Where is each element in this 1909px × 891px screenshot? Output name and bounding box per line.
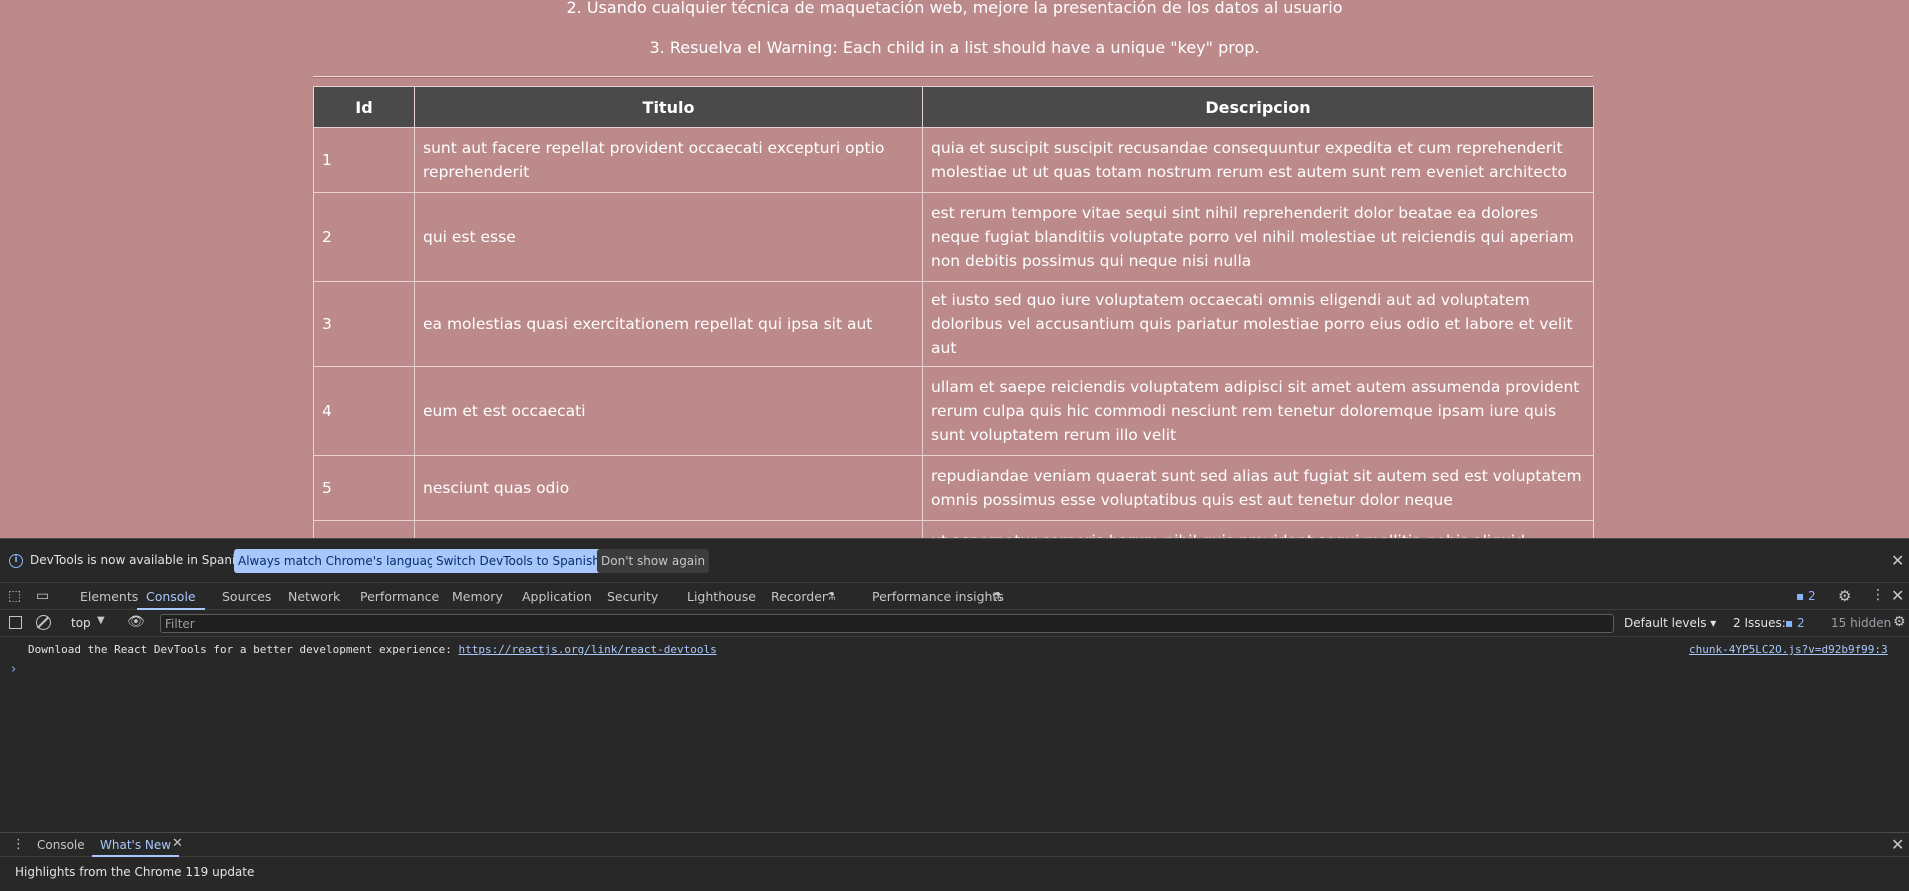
cell-id: 2	[313, 192, 415, 282]
cell-title: sunt aut facere repellat provident occae…	[414, 127, 923, 193]
close-drawer-icon[interactable]: ✕	[1891, 835, 1904, 854]
more-options-icon[interactable]: ⋮	[1871, 587, 1885, 603]
dont-show-again-button[interactable]: Don't show again	[597, 549, 710, 573]
close-devtools-icon[interactable]: ✕	[1891, 586, 1904, 605]
instruction-3: 3. Resuelva el Warning: Each child in a …	[649, 38, 1260, 57]
cell-description: quia et suscipit suscipit recusandae con…	[922, 127, 1594, 193]
posts-table: Id Titulo Descripcion 1 sunt aut facere …	[313, 86, 1594, 538]
issues-badge-count: 2	[1807, 589, 1816, 603]
cell-title: qui est esse	[414, 192, 923, 282]
infobar-message: DevTools is now available in Spanish!	[30, 553, 255, 567]
device-toolbar-icon[interactable]: ▭	[36, 588, 49, 604]
flask-icon: ⚗	[826, 590, 836, 603]
console-message: Download the React DevTools for a better…	[28, 643, 717, 656]
tab-sources[interactable]: Sources	[222, 583, 271, 610]
table-header-row: Id Titulo Descripcion	[313, 86, 1594, 128]
message-icon: ▪	[1796, 589, 1805, 603]
filter-input[interactable]	[160, 614, 1614, 633]
console-settings-gear-icon[interactable]: ⚙	[1893, 614, 1906, 630]
hidden-count: 15 hidden	[1831, 616, 1892, 630]
caret-down-icon[interactable]: ▼	[97, 615, 105, 626]
more-tools-icon[interactable]: ⋮	[12, 837, 25, 852]
cell-title	[414, 520, 923, 538]
cell-description: repudiandae veniam quaerat sunt sed alia…	[922, 455, 1594, 521]
tab-console[interactable]: Console	[137, 583, 205, 610]
table-row: ut aspernatur corporis harum nihil quis …	[313, 520, 1594, 538]
language-infobar: i DevTools is now available in Spanish! …	[0, 538, 1909, 582]
tab-performance[interactable]: Performance	[360, 583, 439, 610]
console-message-text: Download the React DevTools for a better…	[28, 643, 459, 656]
console-toolbar: top ▼ 👁 Default levels ▾ 2 Issues: ▪ 2 1…	[0, 610, 1909, 637]
eye-icon[interactable]: 👁	[127, 614, 145, 630]
tab-elements[interactable]: Elements	[80, 583, 138, 610]
instruction-2: 2. Usando cualquier técnica de maquetaci…	[566, 0, 1343, 17]
clear-console-icon[interactable]	[36, 615, 51, 630]
issues-count[interactable]: ▪ 2	[1785, 616, 1805, 630]
devtools-panel: i DevTools is now available in Spanish! …	[0, 538, 1909, 891]
console-source-link[interactable]: chunk-4YP5LC2O.js?v=d92b9f99:3	[1689, 643, 1888, 656]
log-levels-dropdown[interactable]: Default levels ▾	[1624, 616, 1716, 630]
switch-to-spanish-button[interactable]: Switch DevTools to Spanish	[432, 549, 604, 573]
header-descripcion: Descripcion	[922, 86, 1594, 128]
always-match-language-button[interactable]: Always match Chrome's language	[234, 549, 446, 573]
issues-badge[interactable]: ▪ 2	[1796, 589, 1816, 603]
cell-title: ea molestias quasi exercitationem repell…	[414, 281, 923, 367]
close-tab-icon[interactable]: ✕	[172, 836, 183, 851]
react-devtools-link[interactable]: https://reactjs.org/link/react-devtools	[458, 643, 716, 656]
cell-description: ut aspernatur corporis harum nihil quis …	[922, 520, 1594, 538]
cell-title: nesciunt quas odio	[414, 455, 923, 521]
web-page-viewport: 2. Usando cualquier técnica de maquetaci…	[0, 0, 1909, 538]
tab-security[interactable]: Security	[607, 583, 658, 610]
tab-recorder[interactable]: Recorder	[771, 583, 827, 610]
info-icon: i	[9, 554, 23, 568]
tab-memory[interactable]: Memory	[452, 583, 503, 610]
cell-id: 4	[313, 366, 415, 456]
show-sidebar-icon[interactable]	[9, 616, 22, 629]
cell-id: 5	[313, 455, 415, 521]
cell-description: ullam et saepe reiciendis voluptatem adi…	[922, 366, 1594, 456]
divider	[313, 76, 1593, 78]
table-row: 2 qui est esse est rerum tempore vitae s…	[313, 192, 1594, 282]
cell-id: 3	[313, 281, 415, 367]
settings-gear-icon[interactable]: ⚙	[1838, 587, 1851, 605]
context-selector[interactable]: top	[71, 616, 91, 630]
caret-down-icon: ▾	[1710, 616, 1717, 630]
cell-id: 1	[313, 127, 415, 193]
table-row: 5 nesciunt quas odio repudiandae veniam …	[313, 455, 1594, 521]
message-icon: ▪	[1785, 616, 1794, 630]
drawer-tab-console[interactable]: Console	[37, 833, 85, 857]
tab-application[interactable]: Application	[522, 583, 592, 610]
cell-description: et iusto sed quo iure voluptatem occaeca…	[922, 281, 1594, 367]
issues-count-value: 2	[1796, 616, 1805, 630]
issues-label[interactable]: 2 Issues:	[1733, 616, 1786, 630]
tab-network[interactable]: Network	[288, 583, 340, 610]
table-row: 4 eum et est occaecati ullam et saepe re…	[313, 366, 1594, 456]
cell-title: eum et est occaecati	[414, 366, 923, 456]
whats-new-highlights: Highlights from the Chrome 119 update	[15, 865, 255, 879]
inspect-element-icon[interactable]: ⬚	[8, 588, 21, 604]
header-id: Id	[313, 86, 415, 128]
cell-description: est rerum tempore vitae sequi sint nihil…	[922, 192, 1594, 282]
table-row: 1 sunt aut facere repellat provident occ…	[313, 127, 1594, 193]
console-prompt-icon[interactable]: ›	[11, 662, 16, 677]
table-row: 3 ea molestias quasi exercitationem repe…	[313, 281, 1594, 367]
tab-lighthouse[interactable]: Lighthouse	[687, 583, 756, 610]
flask-icon: ⚗	[992, 590, 1002, 603]
close-icon[interactable]: ✕	[1891, 551, 1904, 570]
drawer-tabbar: ⋮ Console What's New ✕ ✕	[0, 832, 1909, 857]
header-titulo: Titulo	[414, 86, 923, 128]
drawer-tab-whats-new[interactable]: What's New	[92, 833, 180, 857]
cell-id	[313, 520, 415, 538]
devtools-tabbar: ⬚ ▭ Elements Console Sources Network Per…	[0, 582, 1909, 610]
tab-performance-insights[interactable]: Performance insights	[872, 583, 1004, 610]
log-levels-label: Default levels	[1624, 616, 1707, 630]
